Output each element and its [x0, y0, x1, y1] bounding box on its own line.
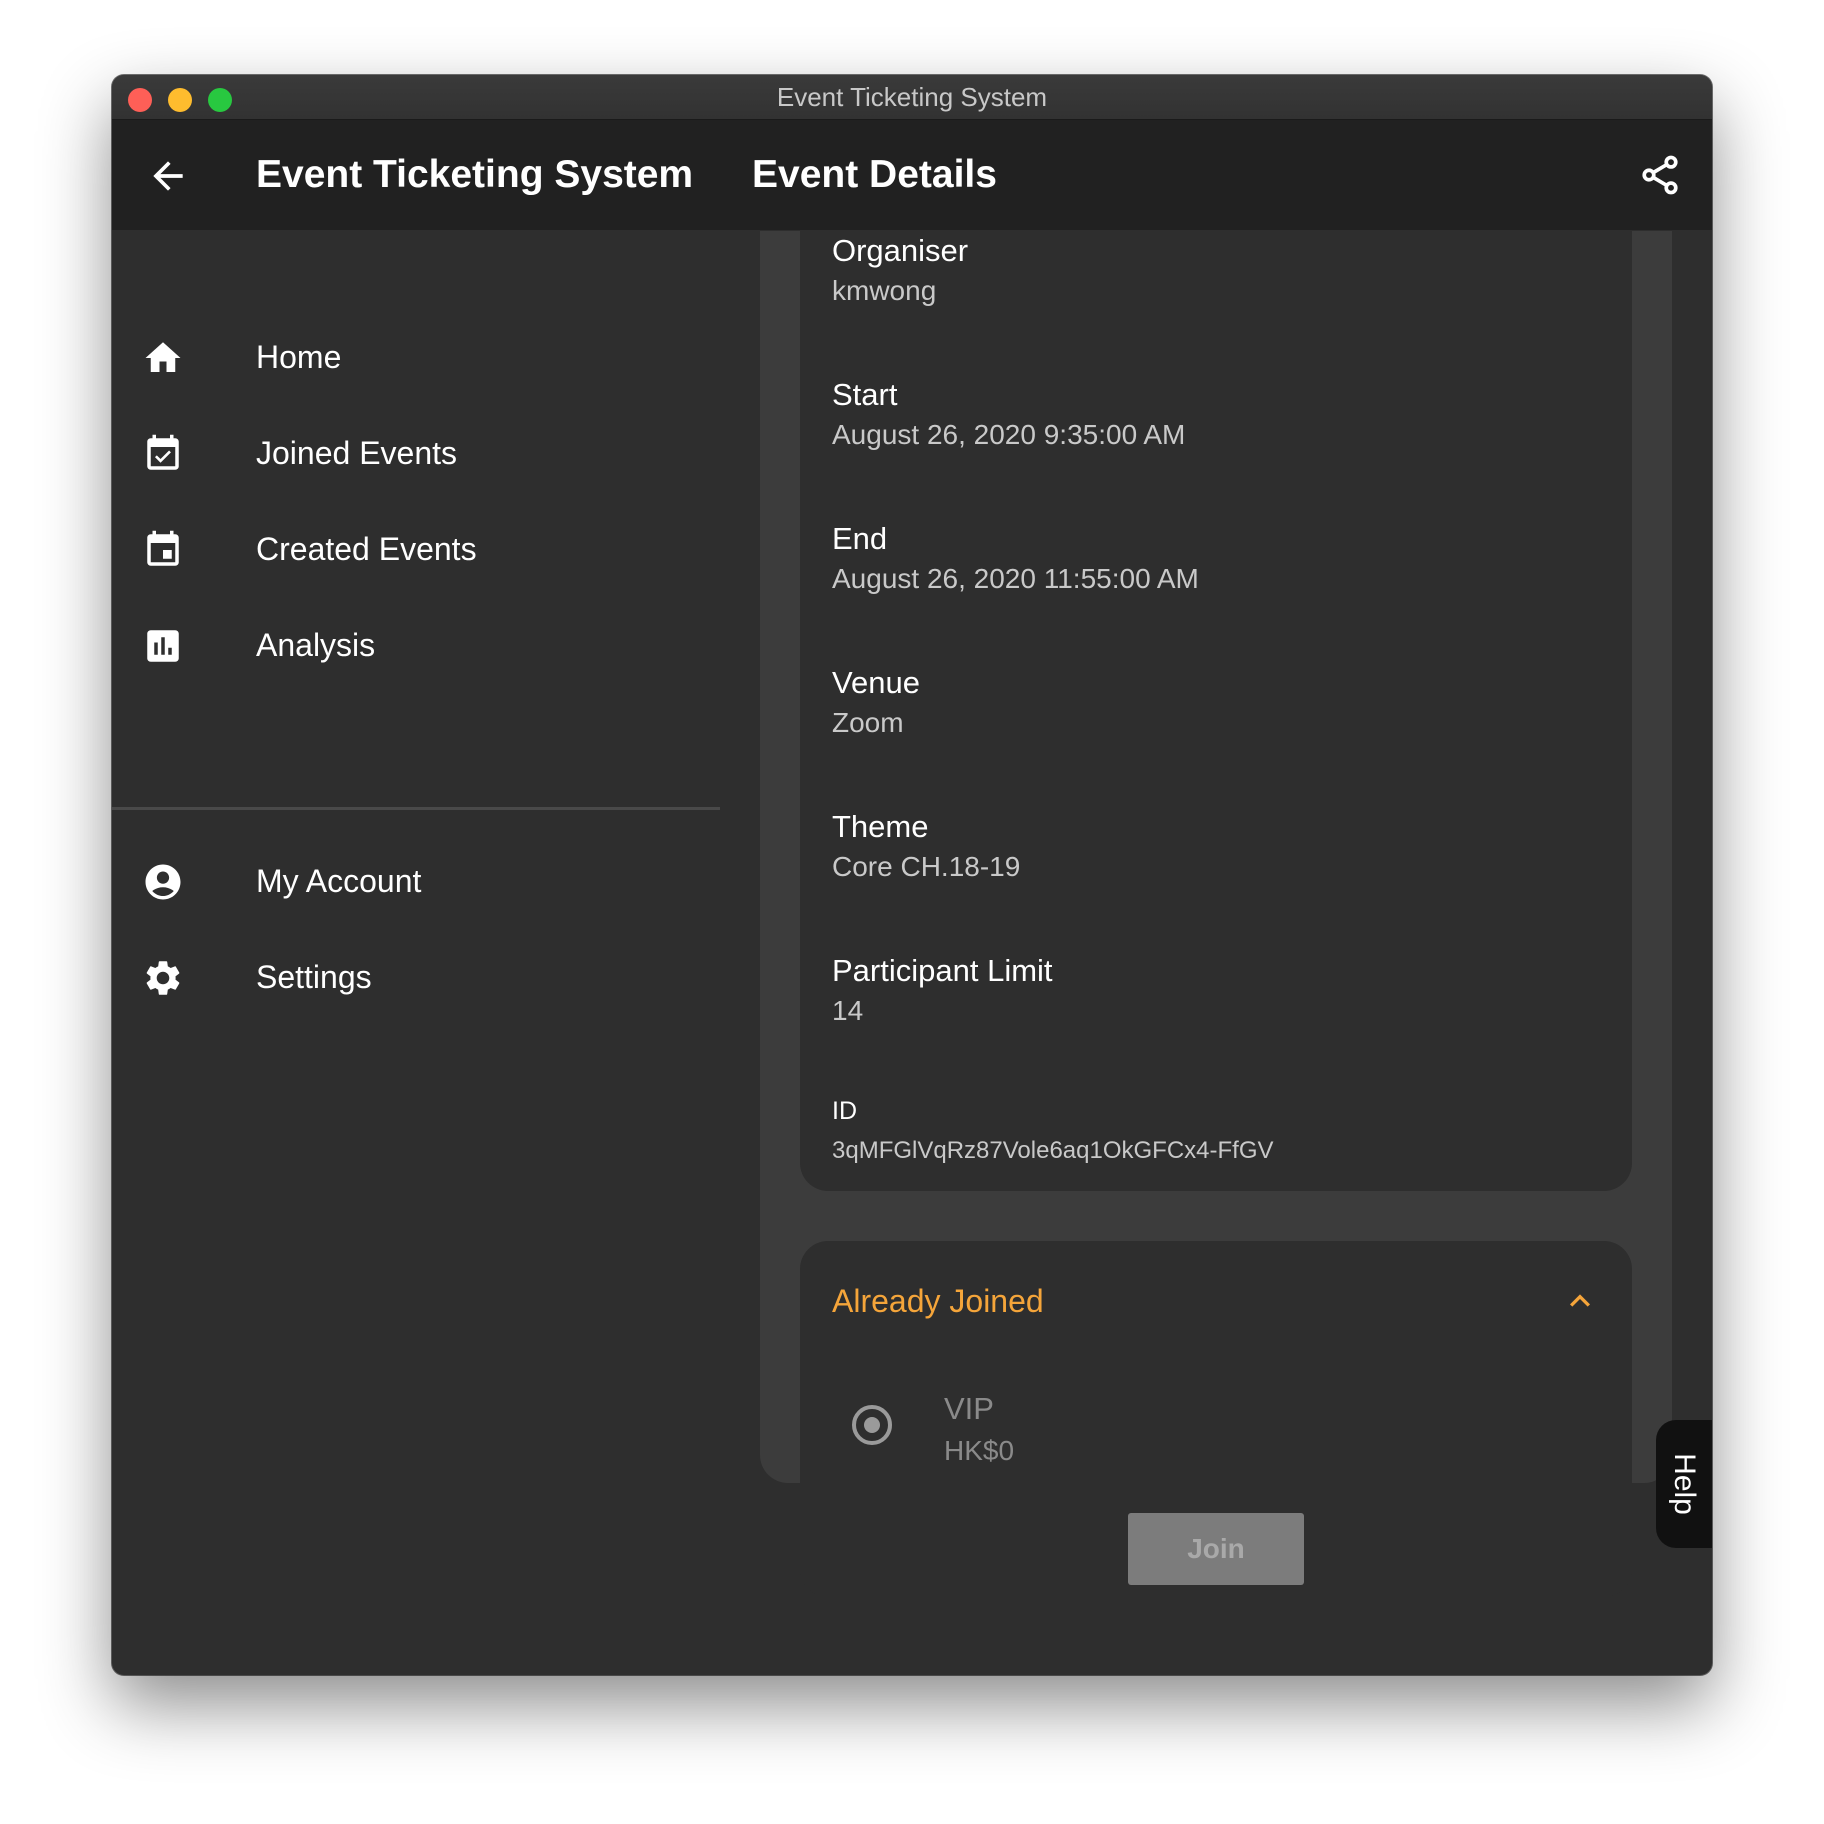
- sidebar-item-joined-events[interactable]: Joined Events: [112, 403, 720, 503]
- end-field: End August 26, 2020 11:55:00 AM: [832, 519, 1199, 599]
- sidebar-item-label: Joined Events: [256, 435, 458, 471]
- field-label: ID: [832, 1097, 857, 1125]
- gear-icon: [142, 957, 184, 999]
- ticket-name: VIP: [944, 1391, 994, 1426]
- app-name: Event Ticketing System: [256, 153, 694, 196]
- ticket-radio[interactable]: [852, 1405, 892, 1445]
- field-value: kmwong: [832, 275, 937, 306]
- account-circle-icon: [142, 861, 184, 903]
- field-label: Theme: [832, 809, 929, 844]
- sidebar-item-label: Analysis: [256, 627, 376, 663]
- page-title: Event Details: [752, 153, 997, 196]
- participant-limit-field: Participant Limit 14: [832, 951, 1053, 1031]
- event-icon: [142, 529, 184, 571]
- share-icon[interactable]: [1638, 153, 1682, 197]
- sidebar-divider: [112, 807, 720, 810]
- bar-chart-icon: [142, 625, 184, 667]
- event-detail-panel: Organiser kmwong Start August 26, 2020 9…: [760, 231, 1672, 1597]
- field-value: 14: [832, 995, 864, 1026]
- sidebar-nav: Home Joined Events Created Events Analys…: [112, 231, 720, 1675]
- chevron-up-icon[interactable]: [1560, 1281, 1600, 1321]
- field-value: August 26, 2020 9:35:00 AM: [832, 419, 1186, 450]
- sidebar-item-label: Home: [256, 339, 342, 375]
- field-value: Zoom: [832, 707, 904, 738]
- title-bar: Event Ticketing System: [112, 75, 1712, 120]
- app-bar: Event Ticketing System Event Details: [112, 120, 1712, 230]
- sidebar-item-home[interactable]: Home: [112, 307, 720, 407]
- venue-field: Venue Zoom: [832, 663, 920, 743]
- field-label: Start: [832, 377, 898, 412]
- sidebar-item-label: Settings: [256, 959, 372, 995]
- sidebar-item-label: My Account: [256, 863, 422, 899]
- app-window: Event Ticketing System Event Ticketing S…: [112, 75, 1712, 1675]
- start-field: Start August 26, 2020 9:35:00 AM: [832, 375, 1185, 455]
- sidebar-item-my-account[interactable]: My Account: [112, 831, 720, 931]
- already-joined-title[interactable]: Already Joined: [832, 1271, 1044, 1331]
- already-joined-panel: Already Joined VIP HK$0 Join: [800, 1241, 1632, 1597]
- field-label: Participant Limit: [832, 953, 1053, 988]
- sidebar-item-analysis[interactable]: Analysis: [112, 595, 720, 695]
- back-arrow-icon[interactable]: [146, 154, 190, 198]
- sidebar-item-created-events[interactable]: Created Events: [112, 499, 720, 599]
- home-icon: [142, 337, 184, 379]
- event-available-icon: [142, 433, 184, 475]
- field-value: Core CH.18-19: [832, 851, 1021, 882]
- field-label: Venue: [832, 665, 920, 700]
- ticket-price: HK$0: [944, 1435, 1015, 1466]
- window-title: Event Ticketing System: [776, 82, 1048, 112]
- event-id-field: ID 3qMFGlVqRz87Vole6aq1OkGFCx4-FfGV: [832, 1091, 1274, 1171]
- theme-field: Theme Core CH.18-19: [832, 807, 1020, 887]
- field-value: 3qMFGlVqRz87Vole6aq1OkGFCx4-FfGV: [832, 1137, 1274, 1164]
- event-details-card: Organiser kmwong Start August 26, 2020 9…: [800, 231, 1632, 1191]
- sidebar-item-label: Created Events: [256, 531, 477, 567]
- help-label: Help: [1668, 1453, 1701, 1515]
- field-value: August 26, 2020 11:55:00 AM: [832, 563, 1199, 594]
- organiser-field: Organiser kmwong: [832, 231, 968, 311]
- help-tab[interactable]: Help: [1656, 1420, 1712, 1548]
- field-label: End: [832, 521, 888, 556]
- field-label: Organiser: [832, 233, 969, 268]
- sidebar-item-settings[interactable]: Settings: [112, 927, 720, 1027]
- join-button[interactable]: Join: [1128, 1513, 1304, 1585]
